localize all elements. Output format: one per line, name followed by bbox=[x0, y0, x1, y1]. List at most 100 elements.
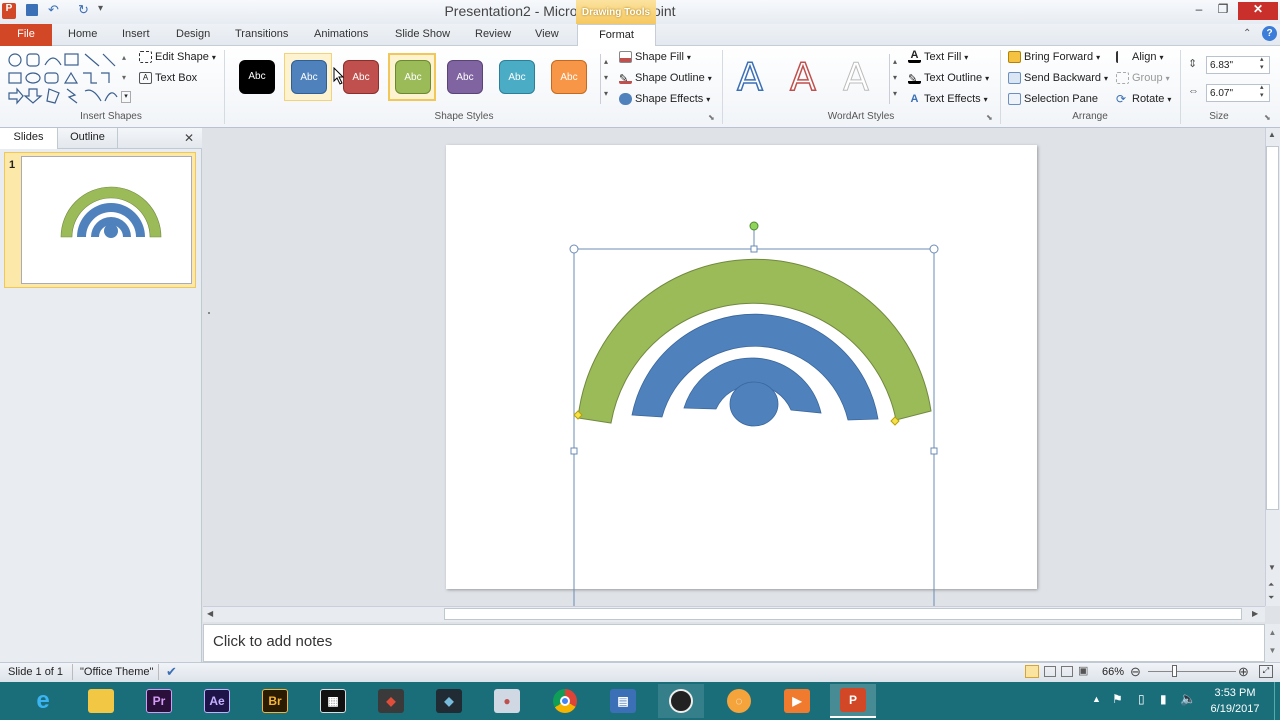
rotate-button[interactable]: ⟳ Rotate ▾ bbox=[1116, 93, 1171, 105]
zoom-slider-thumb[interactable] bbox=[1172, 665, 1177, 677]
shape-styles-scroll[interactable]: ▴ ▾ ▾ bbox=[600, 54, 611, 104]
close-pane-icon[interactable]: ✕ bbox=[184, 131, 194, 145]
send-backward-button[interactable]: Send Backward ▾ bbox=[1008, 72, 1108, 84]
tab-animations[interactable]: Animations bbox=[314, 28, 368, 40]
scroll-up-icon[interactable]: ▲ bbox=[1268, 130, 1276, 139]
shape-style-green[interactable]: Abc bbox=[388, 53, 436, 101]
edit-shape-button[interactable]: Edit Shape ▾ bbox=[139, 51, 216, 63]
show-desktop-button[interactable] bbox=[1274, 682, 1280, 720]
taskbar-chrome[interactable] bbox=[542, 684, 588, 718]
resize-handle-right[interactable] bbox=[930, 447, 938, 455]
gallery-scroll-down-icon[interactable]: ▾ bbox=[122, 73, 126, 82]
shape-style-blue[interactable]: Abc bbox=[284, 53, 332, 101]
gallery-more-icon[interactable]: ▾ bbox=[121, 91, 131, 103]
action-center-icon[interactable]: ⚑ bbox=[1112, 692, 1123, 706]
vertical-scroll-thumb[interactable] bbox=[1266, 146, 1279, 510]
previous-slide-icon[interactable]: ⏶ bbox=[1268, 580, 1274, 590]
fit-to-window-icon[interactable]: ⤢ bbox=[1259, 665, 1273, 678]
group-button[interactable]: Group ▾ bbox=[1116, 72, 1170, 84]
taskbar-network-app[interactable]: ▤ bbox=[600, 684, 646, 718]
close-button[interactable]: ✕ bbox=[1238, 2, 1278, 20]
text-effects-button[interactable]: A Text Effects ▾ bbox=[908, 93, 988, 105]
tab-insert[interactable]: Insert bbox=[122, 28, 150, 40]
width-spinner-icon[interactable]: ▴ ▾ bbox=[1260, 84, 1264, 100]
tab-format[interactable]: Format bbox=[577, 24, 656, 47]
resize-handle-left[interactable] bbox=[570, 447, 578, 455]
shape-styles-dialog-launcher-icon[interactable]: ⬊ bbox=[708, 113, 715, 122]
taskbar-file-explorer[interactable] bbox=[78, 684, 124, 718]
taskbar-app-blue[interactable]: ◆ bbox=[426, 684, 472, 718]
wordart-style-outline-red[interactable]: A bbox=[789, 54, 817, 100]
zoom-in-icon[interactable]: ⊕ bbox=[1238, 664, 1249, 680]
zoom-level[interactable]: 66% bbox=[1102, 666, 1124, 678]
shape-outline-button[interactable]: ✎ Shape Outline ▾ bbox=[619, 72, 712, 85]
text-outline-button[interactable]: ✎ Text Outline ▾ bbox=[908, 72, 989, 85]
tab-transitions[interactable]: Transitions bbox=[235, 28, 288, 40]
slide-thumbnail[interactable] bbox=[21, 156, 192, 284]
taskbar-paint[interactable]: ● bbox=[484, 684, 530, 718]
notes-placeholder[interactable]: Click to add notes bbox=[213, 633, 332, 650]
slide-show-icon[interactable]: ▣ bbox=[1078, 664, 1088, 677]
shape-style-aqua[interactable]: Abc bbox=[492, 53, 540, 101]
gallery-scroll-up-icon[interactable]: ▴ bbox=[122, 53, 126, 62]
volume-icon[interactable]: 🔈 bbox=[1180, 691, 1196, 707]
battery-icon[interactable]: ▯ bbox=[1138, 692, 1145, 706]
shape-fill-button[interactable]: Shape Fill ▾ bbox=[619, 51, 691, 63]
resize-handle-top[interactable] bbox=[750, 245, 758, 253]
spell-check-icon[interactable]: ✔ bbox=[166, 664, 177, 680]
taskbar-time[interactable]: 3:53 PM bbox=[1205, 687, 1265, 699]
notes-pane[interactable] bbox=[203, 624, 1265, 662]
normal-view-icon[interactable] bbox=[1025, 665, 1039, 678]
shape-effects-button[interactable]: Shape Effects ▾ bbox=[619, 93, 710, 105]
taskbar-premiere[interactable]: Pr bbox=[136, 684, 182, 718]
height-spinner-icon[interactable]: ▴ ▾ bbox=[1260, 56, 1264, 72]
tab-outline[interactable]: Outline bbox=[58, 128, 118, 149]
tab-home[interactable]: Home bbox=[68, 28, 97, 40]
slide-sorter-icon[interactable] bbox=[1044, 666, 1056, 677]
wordart-scroll[interactable]: ▴ ▾ ▾ bbox=[889, 54, 900, 104]
wordart-style-outline-gray[interactable]: A bbox=[843, 55, 870, 100]
help-icon[interactable]: ? bbox=[1262, 26, 1277, 41]
tab-file[interactable]: File bbox=[0, 24, 52, 46]
show-hidden-icons[interactable]: ▲ bbox=[1092, 694, 1101, 704]
selection-pane-button[interactable]: Selection Pane bbox=[1008, 93, 1098, 105]
taskbar-app-orange[interactable]: ◌ bbox=[716, 684, 762, 718]
selected-shape-group[interactable] bbox=[446, 145, 1038, 606]
reading-view-icon[interactable] bbox=[1061, 666, 1073, 677]
align-button[interactable]: Align ▾ bbox=[1116, 51, 1163, 63]
taskbar-internet-explorer[interactable]: e bbox=[20, 684, 66, 718]
taskbar-media-player[interactable]: ▶ bbox=[774, 684, 820, 718]
tab-review[interactable]: Review bbox=[475, 28, 511, 40]
tab-design[interactable]: Design bbox=[176, 28, 210, 40]
tab-view[interactable]: View bbox=[535, 28, 559, 40]
bring-forward-button[interactable]: Bring Forward ▾ bbox=[1008, 51, 1100, 63]
resize-handle-top-right[interactable] bbox=[929, 244, 939, 254]
scroll-down-icon[interactable]: ▼ bbox=[1268, 563, 1276, 572]
shape-style-orange[interactable]: Abc bbox=[544, 53, 592, 101]
scroll-left-icon[interactable]: ◀ bbox=[207, 609, 213, 618]
taskbar-app-red[interactable]: ◆ bbox=[368, 684, 414, 718]
minimize-ribbon-icon[interactable]: ⌃ bbox=[1243, 28, 1251, 39]
horizontal-scroll-thumb[interactable] bbox=[444, 608, 1242, 620]
maximize-button[interactable]: ❐ bbox=[1210, 2, 1236, 20]
tab-slide-show[interactable]: Slide Show bbox=[395, 28, 450, 40]
taskbar-video-editor[interactable]: ▦ bbox=[310, 684, 356, 718]
zoom-slider[interactable] bbox=[1148, 671, 1236, 672]
next-slide-icon[interactable]: ⏷ bbox=[1268, 593, 1274, 603]
rotation-handle[interactable] bbox=[749, 221, 759, 231]
blue-circle-shape[interactable] bbox=[729, 381, 779, 427]
taskbar-date[interactable]: 6/19/2017 bbox=[1205, 703, 1265, 715]
network-status-icon[interactable]: ▮ bbox=[1160, 692, 1167, 706]
shape-style-black[interactable]: Abc bbox=[232, 53, 280, 101]
tab-slides[interactable]: Slides bbox=[0, 128, 58, 149]
wordart-dialog-launcher-icon[interactable]: ⬊ bbox=[986, 113, 993, 122]
taskbar-bridge[interactable]: Br bbox=[252, 684, 298, 718]
resize-handle-top-left[interactable] bbox=[569, 244, 579, 254]
minimize-button[interactable]: – bbox=[1186, 2, 1212, 20]
taskbar-after-effects[interactable]: Ae bbox=[194, 684, 240, 718]
text-box-button[interactable]: A Text Box bbox=[139, 72, 197, 84]
shape-style-purple[interactable]: Abc bbox=[440, 53, 488, 101]
taskbar-obs[interactable] bbox=[658, 684, 704, 718]
text-fill-button[interactable]: A Text Fill ▾ bbox=[908, 50, 968, 63]
taskbar-powerpoint[interactable]: P bbox=[830, 684, 876, 718]
